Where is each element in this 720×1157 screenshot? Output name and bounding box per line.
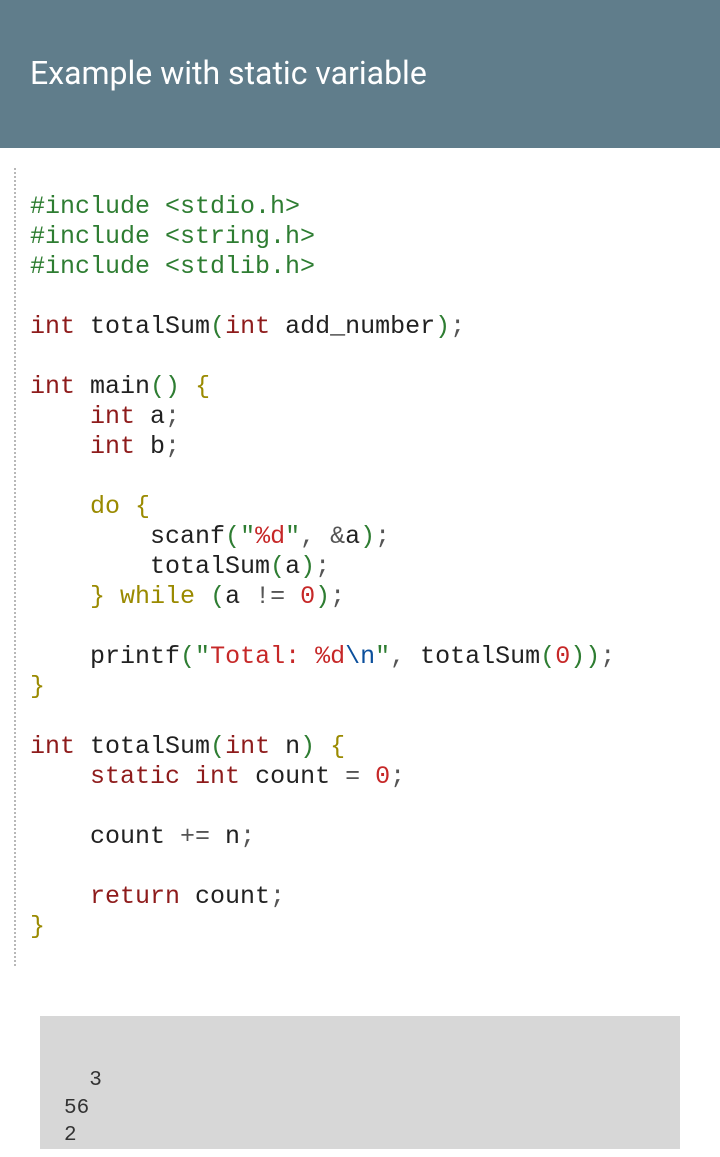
code-token: ; bbox=[315, 552, 330, 581]
code-token: ; bbox=[330, 582, 345, 611]
code-token bbox=[30, 882, 90, 911]
code-token: " bbox=[375, 642, 390, 671]
code-token: , bbox=[390, 642, 420, 671]
code-token: count bbox=[240, 762, 345, 791]
code-token: & bbox=[330, 522, 345, 551]
code-token: #include <stdlib.h> bbox=[30, 252, 315, 281]
code-token bbox=[30, 492, 90, 521]
code-token: ( bbox=[225, 522, 240, 551]
code-token: ; bbox=[270, 882, 285, 911]
code-token: a bbox=[135, 402, 165, 431]
code-token: 0 bbox=[375, 762, 390, 791]
code-token: { bbox=[330, 732, 345, 761]
code-token: n bbox=[270, 732, 300, 761]
code-token: } bbox=[30, 672, 45, 701]
code-token bbox=[30, 582, 90, 611]
code-token: ; bbox=[240, 822, 255, 851]
code-token: totalSum bbox=[75, 312, 210, 341]
code-token: static bbox=[90, 762, 180, 791]
code-token: int bbox=[225, 732, 270, 761]
code-token: int bbox=[30, 312, 75, 341]
code-token: " bbox=[240, 522, 255, 551]
code-token: } bbox=[90, 582, 105, 611]
code-token: ( bbox=[180, 642, 195, 671]
code-token: count bbox=[30, 822, 180, 851]
code-token: Total: %d bbox=[210, 642, 345, 671]
code-token: count bbox=[180, 882, 270, 911]
code-token: return bbox=[90, 882, 180, 911]
code-token: int bbox=[30, 732, 75, 761]
code-token: a bbox=[225, 582, 255, 611]
code-token: #include <stdio.h> bbox=[30, 192, 300, 221]
code-token: ; bbox=[165, 402, 180, 431]
code-token: int bbox=[225, 312, 270, 341]
output-text: 3 56 2 bbox=[64, 1069, 102, 1147]
code-token: ) bbox=[435, 312, 450, 341]
code-token bbox=[315, 732, 330, 761]
code-token bbox=[180, 762, 195, 791]
code-token: printf bbox=[30, 642, 180, 671]
code-token: { bbox=[195, 372, 210, 401]
code-token: , bbox=[300, 522, 330, 551]
code-token: ) bbox=[300, 552, 315, 581]
code-token: ; bbox=[165, 432, 180, 461]
code-token: int bbox=[30, 372, 75, 401]
code-token: 0 bbox=[555, 642, 570, 671]
code-token: != bbox=[255, 582, 300, 611]
code-token: = bbox=[345, 762, 375, 791]
code-token: while bbox=[120, 582, 195, 611]
code-token: scanf bbox=[30, 522, 225, 551]
code-token: ( bbox=[270, 552, 285, 581]
code-token: #include <string.h> bbox=[30, 222, 315, 251]
code-token: int bbox=[90, 402, 135, 431]
code-token: ; bbox=[390, 762, 405, 791]
code-token: ( bbox=[540, 642, 555, 671]
code-token bbox=[120, 492, 135, 521]
code-token: " bbox=[195, 642, 210, 671]
code-token: ( bbox=[210, 582, 225, 611]
page-header: Example with static variable bbox=[0, 0, 720, 148]
code-token bbox=[105, 582, 120, 611]
code-token: a bbox=[345, 522, 360, 551]
code-token: ; bbox=[450, 312, 465, 341]
code-token bbox=[30, 762, 90, 791]
code-token: int bbox=[195, 762, 240, 791]
code-token: 0 bbox=[300, 582, 315, 611]
code-token: \n bbox=[345, 642, 375, 671]
code-block: #include <stdio.h> #include <string.h> #… bbox=[14, 168, 720, 966]
code-token: int bbox=[90, 432, 135, 461]
page-title: Example with static variable bbox=[30, 54, 690, 92]
code-token bbox=[195, 582, 210, 611]
code-token: a bbox=[285, 552, 300, 581]
code-token: " bbox=[285, 522, 300, 551]
code-token: b bbox=[135, 432, 165, 461]
code-token: ( bbox=[210, 312, 225, 341]
code-token: ; bbox=[375, 522, 390, 551]
code-token: do bbox=[90, 492, 120, 521]
code-token: () bbox=[150, 372, 180, 401]
code-token: { bbox=[135, 492, 150, 521]
code-token: add_number bbox=[270, 312, 435, 341]
code-token: totalSum bbox=[420, 642, 540, 671]
code-token: main bbox=[75, 372, 150, 401]
code-token: ; bbox=[600, 642, 615, 671]
code-token bbox=[30, 432, 90, 461]
code-token: } bbox=[30, 912, 45, 941]
code-token bbox=[30, 402, 90, 431]
code-token: ) bbox=[360, 522, 375, 551]
code-token: totalSum bbox=[30, 552, 270, 581]
code-token: ) bbox=[300, 732, 315, 761]
code-token: += bbox=[180, 822, 225, 851]
code-token: ) bbox=[315, 582, 330, 611]
code-token: ( bbox=[210, 732, 225, 761]
code-token: n bbox=[225, 822, 240, 851]
code-token bbox=[180, 372, 195, 401]
code-token: )) bbox=[570, 642, 600, 671]
code-token: %d bbox=[255, 522, 285, 551]
output-block: 3 56 2 bbox=[40, 1016, 680, 1149]
code-token: totalSum bbox=[75, 732, 210, 761]
